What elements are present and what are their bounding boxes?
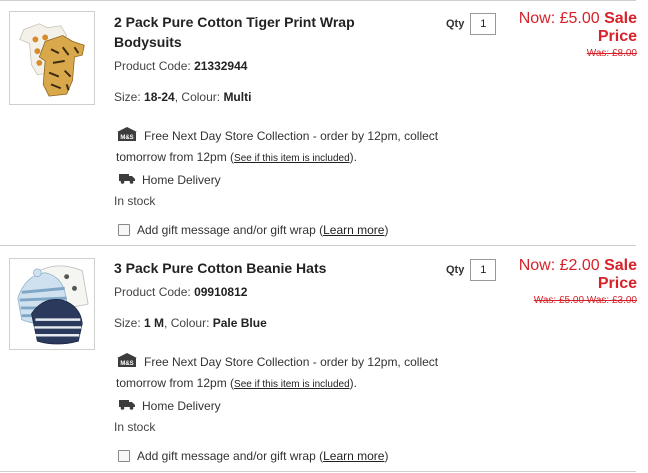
price-block: Now: £2.00 Sale Price Was: £5.00 Was: £3… [519, 257, 637, 307]
qty-input[interactable]: 1 [470, 259, 497, 281]
product-code: Product Code: 09910812 [114, 285, 248, 299]
basket-item: 2 Pack Pure Cotton Tiger Print Wrap Body… [0, 0, 648, 246]
store-collection-link[interactable]: See if this item is included [234, 153, 350, 164]
delivery-van-icon [119, 173, 135, 187]
product-title[interactable]: 2 Pack Pure Cotton Tiger Print Wrap Body… [114, 12, 414, 52]
svg-text:M&S: M&S [120, 361, 133, 367]
sale-price-label: Price [597, 28, 637, 45]
store-collection-link[interactable]: See if this item is included [234, 379, 350, 390]
basket-item: 3 Pack Pure Cotton Beanie Hats Product C… [0, 246, 648, 473]
gift-option[interactable]: Add gift message and/or gift wrap (Learn… [118, 449, 388, 463]
stock-status: In stock [114, 194, 156, 208]
qty-input[interactable]: 1 [470, 13, 497, 35]
gift-option[interactable]: Add gift message and/or gift wrap (Learn… [118, 223, 388, 237]
sale-label: Sale [604, 257, 637, 274]
quantity: Qty 1 [446, 259, 497, 281]
quantity: Qty 1 [446, 13, 497, 35]
store-collection-info: M&S Free Next Day Store Collection - ord… [116, 352, 476, 395]
divider [0, 471, 636, 472]
qty-label: Qty [446, 18, 465, 30]
delivery-van-icon [119, 399, 135, 413]
sale-label: Sale [604, 10, 637, 27]
qty-label: Qty [446, 264, 465, 276]
was-price: Was: £5.00 Was: £3.00 [533, 295, 637, 306]
gift-checkbox[interactable] [118, 224, 130, 236]
sale-price-label: Price [597, 275, 637, 292]
product-code: Product Code: 21332944 [114, 59, 248, 73]
now-price: Now: £5.00 [518, 10, 600, 27]
store-collection-info: M&S Free Next Day Store Collection - ord… [116, 126, 476, 169]
home-delivery: Home Delivery [119, 399, 221, 413]
learn-more-link[interactable]: Learn more [323, 223, 384, 237]
price-block: Now: £5.00 Sale Price Was: £8.00 [519, 10, 637, 60]
product-image[interactable] [9, 11, 95, 105]
size-colour: Size: 18-24, Colour: Multi [114, 90, 252, 104]
stock-status: In stock [114, 420, 156, 434]
size-colour: Size: 1 M, Colour: Pale Blue [114, 316, 267, 330]
home-delivery: Home Delivery [119, 173, 221, 187]
svg-text:M&S: M&S [120, 135, 133, 141]
was-price: Was: £8.00 [586, 48, 637, 59]
store-icon: M&S [116, 352, 138, 373]
gift-checkbox[interactable] [118, 450, 130, 462]
learn-more-link[interactable]: Learn more [323, 449, 384, 463]
product-image[interactable] [9, 258, 95, 350]
store-icon: M&S [116, 126, 138, 147]
now-price: Now: £2.00 [518, 257, 600, 274]
product-title[interactable]: 3 Pack Pure Cotton Beanie Hats [114, 258, 414, 278]
